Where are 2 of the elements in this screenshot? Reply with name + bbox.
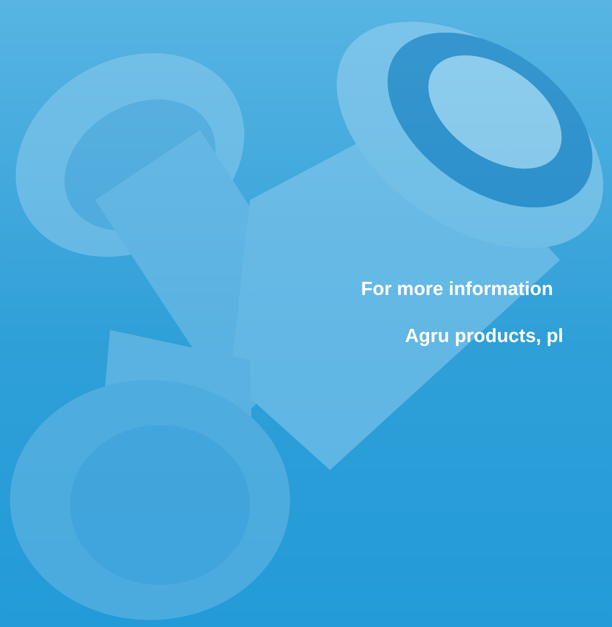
info-text: Agru products, pl <box>405 325 564 348</box>
info-text: For more information <box>361 278 554 301</box>
